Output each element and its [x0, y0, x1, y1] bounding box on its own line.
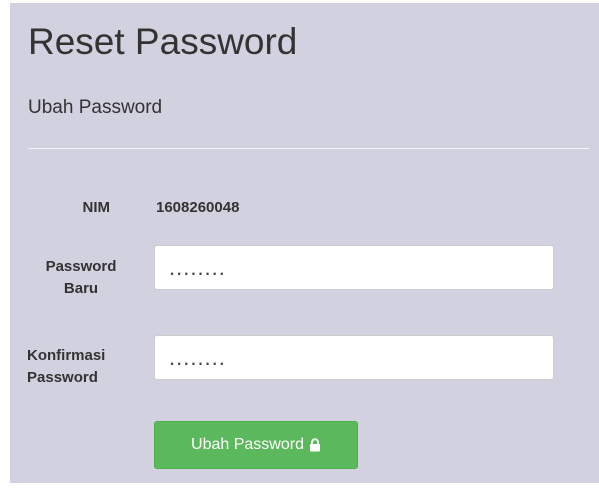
new-password-input[interactable]	[154, 245, 554, 290]
new-password-label: Password Baru	[26, 256, 136, 300]
new-password-label-line2: Baru	[63, 280, 99, 297]
confirm-password-label: Konfirmasi Password	[27, 345, 139, 389]
confirm-password-label-line2: Password	[27, 369, 98, 386]
confirm-password-input[interactable]	[154, 335, 554, 380]
confirm-password-label-line1: Konfirmasi	[27, 347, 106, 364]
ubah-password-button[interactable]: Ubah Password	[154, 421, 358, 469]
new-password-label-line1: Password	[45, 258, 117, 275]
page-frame: Reset Password Ubah Password NIM 1608260…	[0, 0, 599, 491]
nim-value: 1608260048	[156, 199, 240, 216]
ubah-password-button-label: Ubah Password	[191, 436, 304, 453]
reset-password-panel	[10, 3, 599, 483]
section-divider	[28, 148, 589, 149]
page-subtitle: Ubah Password	[28, 97, 163, 118]
page-title: Reset Password	[28, 21, 298, 62]
nim-label: NIM	[82, 199, 111, 216]
lock-icon	[309, 438, 320, 452]
